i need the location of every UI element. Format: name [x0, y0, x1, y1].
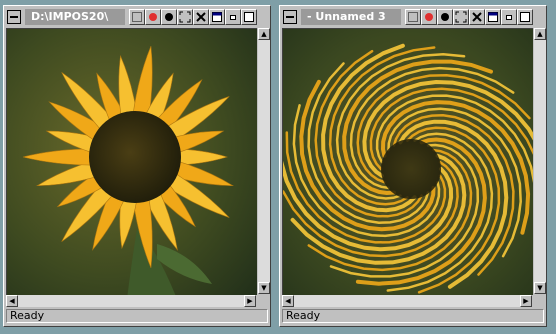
window-title: - Unnamed 3 — [301, 9, 401, 25]
crop-icon[interactable] — [177, 9, 193, 25]
image-window-original[interactable]: D:\IMPOS20\ ▲ ▼ ◀ ▶ Ready — [3, 5, 271, 327]
tools-icon[interactable] — [469, 9, 485, 25]
record-red-icon[interactable] — [421, 9, 437, 25]
scroll-corner — [534, 295, 546, 307]
status-bar: Ready — [6, 309, 268, 323]
scroll-down-icon[interactable]: ▼ — [534, 282, 546, 294]
sunflower-image — [7, 29, 257, 295]
scroll-left-icon[interactable]: ◀ — [6, 295, 18, 307]
minimize-icon[interactable] — [225, 9, 241, 25]
horizontal-scrollbar[interactable]: ◀ ▶ — [282, 295, 532, 307]
swirl-image — [283, 29, 533, 295]
scroll-up-icon[interactable]: ▲ — [534, 28, 546, 40]
window-icon[interactable] — [209, 9, 225, 25]
crop-icon[interactable] — [453, 9, 469, 25]
system-menu-button[interactable] — [283, 10, 297, 24]
record-black-icon[interactable] — [437, 9, 453, 25]
image-canvas[interactable] — [6, 28, 257, 295]
select-dotted-icon[interactable] — [405, 9, 421, 25]
scroll-left-icon[interactable]: ◀ — [282, 295, 294, 307]
vertical-scrollbar[interactable]: ▲ ▼ — [258, 28, 270, 294]
system-menu-button[interactable] — [7, 10, 21, 24]
horizontal-scrollbar[interactable]: ◀ ▶ — [6, 295, 256, 307]
scroll-right-icon[interactable]: ▶ — [244, 295, 256, 307]
minimize-icon[interactable] — [501, 9, 517, 25]
tools-icon[interactable] — [193, 9, 209, 25]
scroll-right-icon[interactable]: ▶ — [520, 295, 532, 307]
scroll-corner — [258, 295, 270, 307]
select-dotted-icon[interactable] — [129, 9, 145, 25]
record-black-icon[interactable] — [161, 9, 177, 25]
status-bar: Ready — [282, 309, 544, 323]
image-window-swirl[interactable]: - Unnamed 3 ▲ ▼ ◀ ▶ Ready — [279, 5, 547, 327]
scroll-up-icon[interactable]: ▲ — [258, 28, 270, 40]
title-bar[interactable]: D:\IMPOS20\ — [5, 7, 269, 27]
window-title: D:\IMPOS20\ — [25, 9, 125, 25]
restore-icon[interactable] — [517, 9, 533, 25]
scroll-down-icon[interactable]: ▼ — [258, 282, 270, 294]
record-red-icon[interactable] — [145, 9, 161, 25]
window-icon[interactable] — [485, 9, 501, 25]
image-canvas[interactable] — [282, 28, 533, 295]
restore-icon[interactable] — [241, 9, 257, 25]
title-bar[interactable]: - Unnamed 3 — [281, 7, 545, 27]
vertical-scrollbar[interactable]: ▲ ▼ — [534, 28, 546, 294]
